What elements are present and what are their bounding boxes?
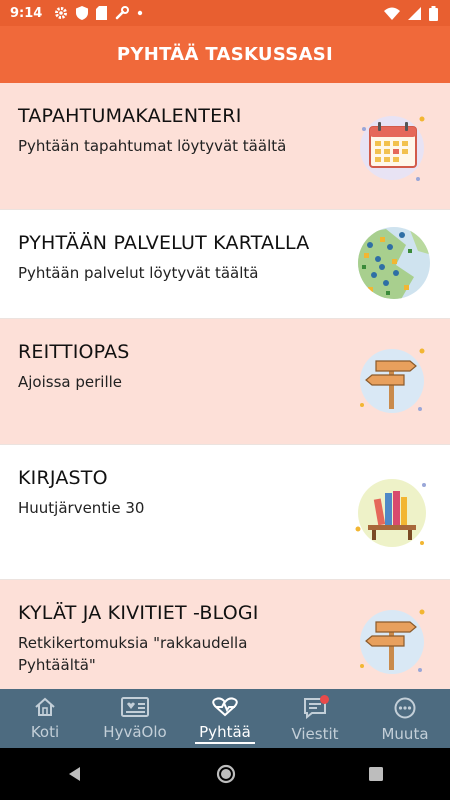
home-icon [35, 697, 55, 716]
list-item-kirjasto[interactable]: KIRJASTO Huutjärventie 30 [0, 445, 450, 580]
tab-label: Pyhtää [195, 723, 255, 744]
tab-label: Koti [30, 723, 60, 741]
tab-label: Viestit [291, 725, 339, 743]
item-title: KYLÄT JA KIVITIET -BLOGI [18, 602, 259, 624]
heart-pulse-icon [212, 697, 238, 717]
calendar-icon [360, 116, 425, 181]
wrench-icon [116, 6, 130, 20]
signpost-icon [360, 348, 425, 413]
back-icon[interactable] [66, 765, 84, 783]
item-title: KIRJASTO [18, 467, 108, 489]
list-item-palvelut-kartalla[interactable]: PYHTÄÄN PALVELUT KARTALLA Pyhtään palvel… [0, 210, 450, 319]
notification-badge [320, 695, 329, 704]
tab-label: HyväOlo [103, 723, 167, 741]
system-nav-bar [0, 748, 450, 800]
signpost-icon [360, 609, 425, 674]
home-button-icon[interactable] [216, 764, 236, 784]
item-subtitle: Huutjärventie 30 [18, 499, 145, 517]
id-card-icon [121, 697, 149, 717]
recents-icon[interactable] [368, 766, 384, 782]
dot-icon [138, 10, 143, 16]
tab-viestit[interactable]: Viestit [270, 689, 360, 748]
sd-card-icon [96, 6, 108, 20]
item-subtitle: Pyhtään tapahtumat löytyvät täältä [18, 137, 287, 155]
item-subtitle: Pyhtään palvelut löytyvät täältä [18, 264, 259, 282]
map-icon [358, 227, 430, 299]
feature-list: TAPAHTUMAKALENTERI Pyhtään tapahtumat lö… [0, 83, 450, 689]
battery-icon [429, 5, 438, 21]
item-title: REITTIOPAS [18, 341, 130, 363]
item-title: TAPAHTUMAKALENTERI [18, 105, 242, 127]
wifi-icon [384, 7, 400, 20]
status-time: 9:14 [10, 5, 43, 21]
signal-icon [408, 6, 421, 20]
tab-label: Muuta [381, 725, 429, 743]
app-header: PYHTÄÄ TASKUSSASI [0, 26, 450, 83]
page-title: PYHTÄÄ TASKUSSASI [116, 44, 334, 65]
list-item-reittiopas[interactable]: REITTIOPAS Ajoissa perille [0, 319, 450, 445]
item-subtitle: Ajoissa perille [18, 373, 123, 391]
gear-icon [55, 7, 68, 19]
status-bar: 9:14 [0, 0, 450, 26]
tab-pyhtaa[interactable]: Pyhtää [180, 689, 270, 748]
bookshelf-icon [355, 479, 426, 547]
tab-muuta[interactable]: Muuta [360, 689, 450, 748]
tab-hyvaolo[interactable]: HyväOlo [90, 689, 180, 748]
tab-koti[interactable]: Koti [0, 689, 90, 748]
list-item-tapahtumakalenteri[interactable]: TAPAHTUMAKALENTERI Pyhtään tapahtumat lö… [0, 83, 450, 210]
shield-icon [76, 6, 89, 20]
item-subtitle: Retkikertomuksia "rakkaudella Pyhtäältä" [18, 634, 248, 674]
list-item-kylat-blogi[interactable]: KYLÄT JA KIVITIET -BLOGI Retkikertomuksi… [0, 580, 450, 689]
bottom-tab-bar: Koti HyväOlo Pyhtää Viestit Muuta [0, 689, 450, 748]
more-icon [394, 697, 416, 719]
item-title: PYHTÄÄN PALVELUT KARTALLA [18, 232, 310, 254]
